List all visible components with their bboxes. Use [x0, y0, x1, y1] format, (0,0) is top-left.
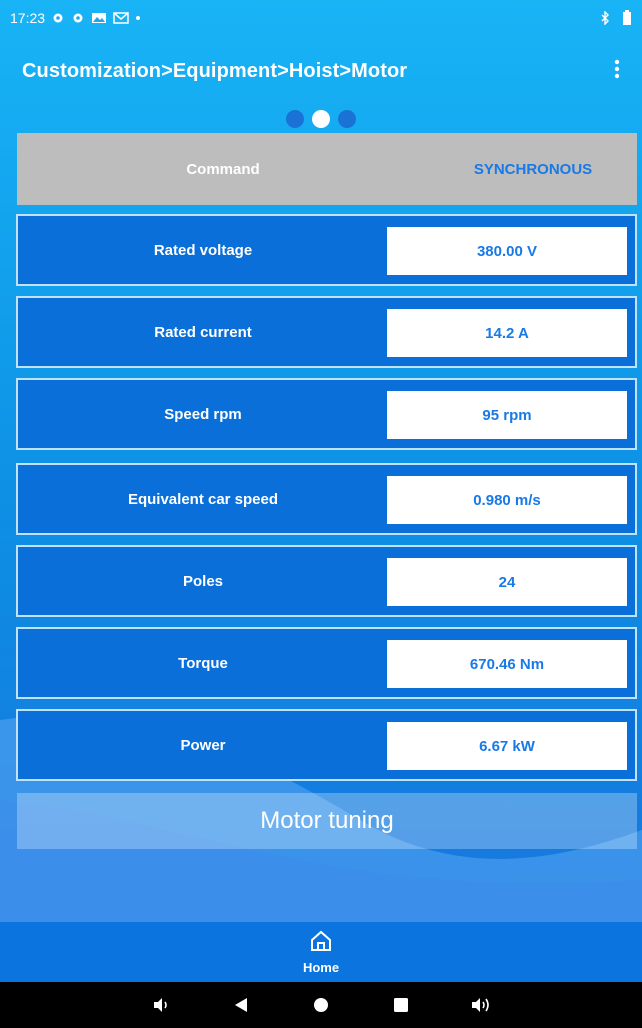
param-label: Poles — [182, 572, 224, 590]
home-tab-label[interactable]: Home — [303, 960, 339, 975]
page-dot[interactable] — [286, 110, 304, 128]
status-bar: 17:23 — [0, 0, 642, 36]
param-label: Speed rpm — [164, 405, 242, 423]
param-value-field[interactable]: 6.67 kW — [387, 722, 627, 770]
system-navigation-bar — [0, 982, 642, 1028]
param-row-torque: Torque 670.46 Nm — [16, 627, 637, 699]
battery-icon — [622, 10, 632, 26]
home-icon[interactable] — [309, 929, 333, 958]
command-row: Command SYNCHRONOUS — [17, 133, 637, 205]
bottom-nav: Home — [0, 922, 642, 982]
command-label: Command — [186, 160, 260, 178]
volume-up-icon[interactable] — [441, 997, 521, 1013]
param-label: Torque — [178, 654, 228, 672]
gmail-icon — [113, 11, 129, 25]
param-row-speed-rpm: Speed rpm 95 rpm — [16, 378, 637, 450]
page-title: Customization>Equipment>Hoist>Motor — [22, 59, 408, 82]
volume-down-icon[interactable] — [121, 997, 201, 1013]
dot-icon — [135, 15, 141, 21]
param-value-field[interactable]: 380.00 V — [387, 227, 627, 275]
param-label: Equivalent car speed — [127, 490, 279, 508]
gear-icon — [51, 11, 65, 25]
back-icon[interactable] — [201, 997, 281, 1013]
status-time: 17:23 — [10, 10, 46, 26]
param-label: Rated current — [154, 323, 252, 341]
param-value-field[interactable]: 95 rpm — [387, 391, 627, 439]
param-row-poles: Poles 24 — [16, 545, 637, 617]
param-value-field[interactable]: 14.2 A — [387, 309, 627, 357]
app-bar: Customization>Equipment>Hoist>Motor — [0, 36, 642, 106]
param-row-equivalent-car-speed: Equivalent car speed 0.980 m/s — [16, 463, 637, 535]
page-indicator — [0, 110, 642, 130]
param-row-rated-current: Rated current 14.2 A — [16, 296, 637, 368]
param-label: Power — [180, 736, 226, 754]
param-value-field[interactable]: 0.980 m/s — [387, 476, 627, 524]
home-circle-icon[interactable] — [281, 997, 361, 1013]
motor-tuning-button[interactable]: Motor tuning — [17, 793, 637, 849]
bluetooth-icon — [600, 11, 610, 25]
command-value[interactable]: SYNCHRONOUS — [429, 161, 637, 178]
page-dot[interactable] — [338, 110, 356, 128]
param-value-field[interactable]: 670.46 Nm — [387, 640, 627, 688]
page-dot-active[interactable] — [312, 110, 330, 128]
recents-icon[interactable] — [361, 997, 441, 1013]
overflow-menu-icon[interactable] — [614, 58, 620, 84]
param-row-power: Power 6.67 kW — [16, 709, 637, 781]
param-label: Rated voltage — [153, 241, 253, 259]
gear-icon — [71, 11, 85, 25]
photo-icon — [91, 11, 107, 25]
param-value-field[interactable]: 24 — [387, 558, 627, 606]
param-row-rated-voltage: Rated voltage 380.00 V — [16, 214, 637, 286]
